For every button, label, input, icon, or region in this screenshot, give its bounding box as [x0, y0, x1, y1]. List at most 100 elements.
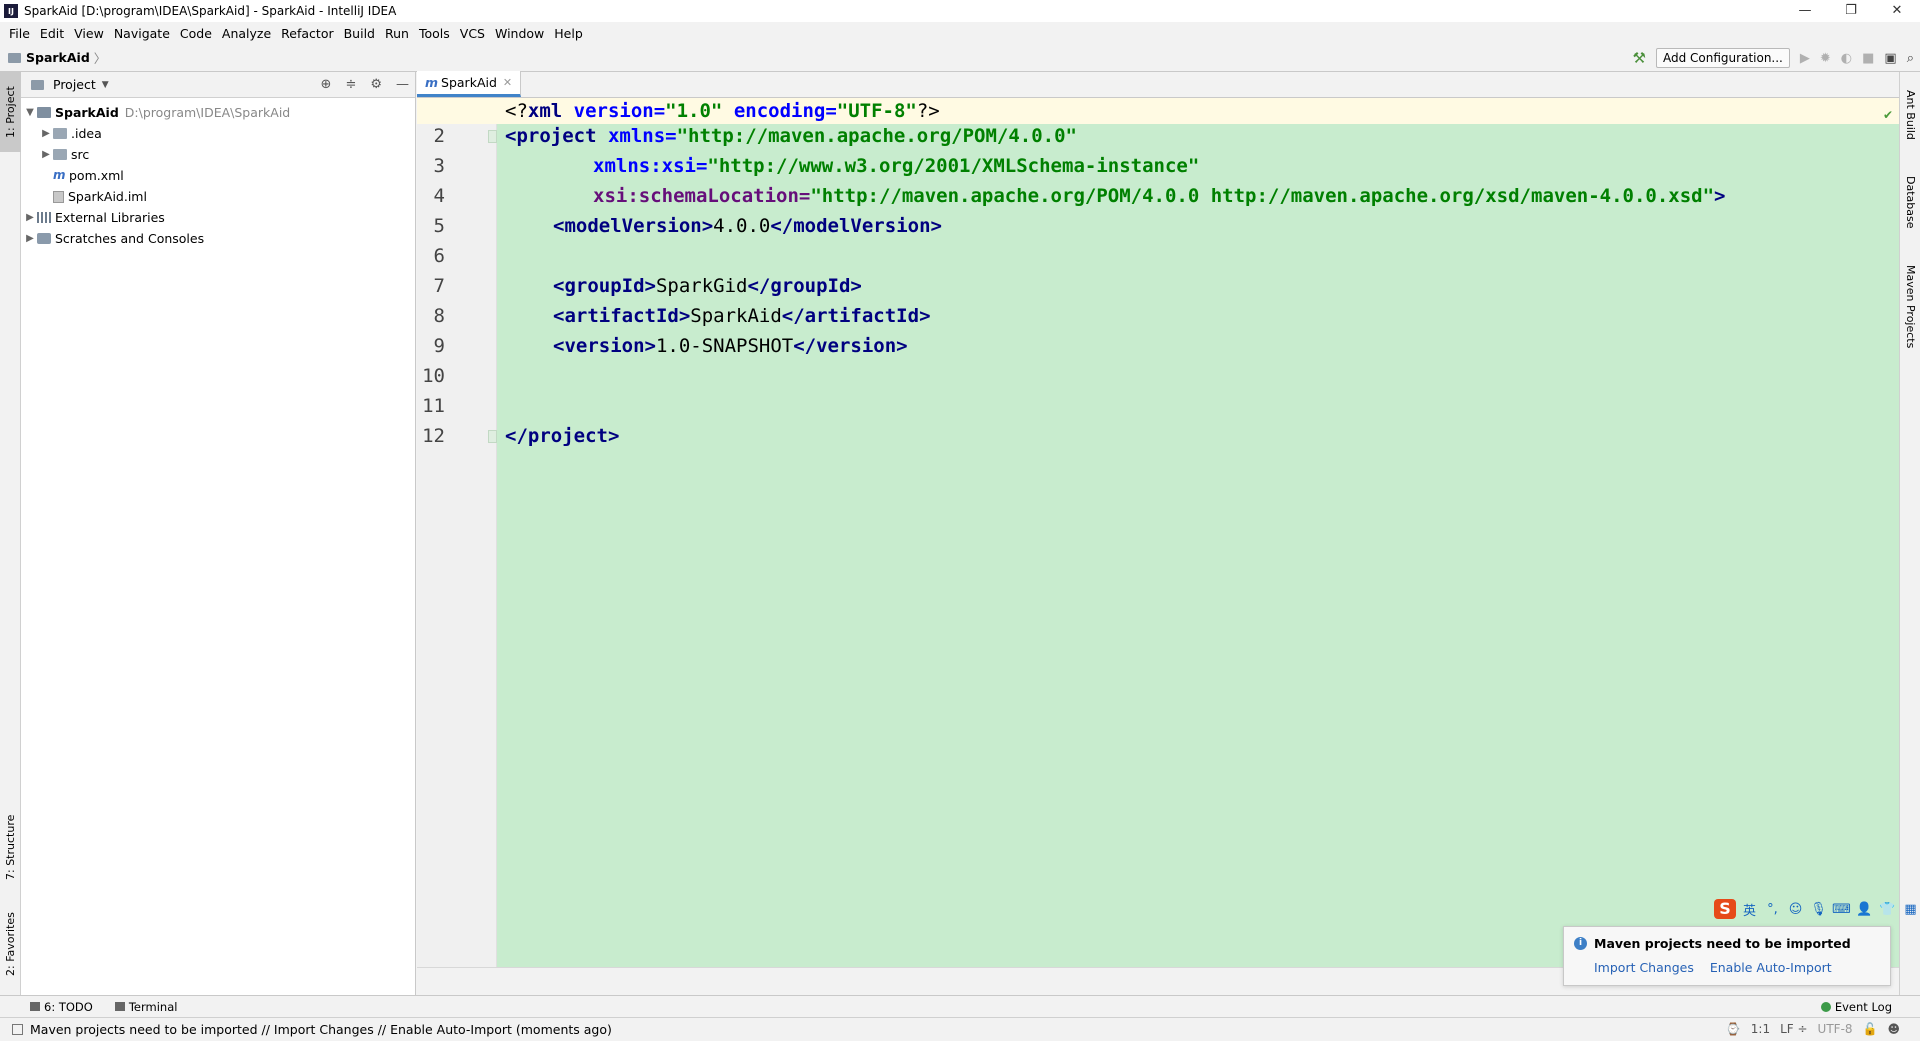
chevron-right-icon[interactable]: ▶: [23, 212, 37, 223]
locate-icon[interactable]: ⊕: [321, 77, 332, 92]
inspection-ok-icon[interactable]: ✔: [1883, 108, 1893, 122]
chevron-right-icon[interactable]: ▶: [39, 128, 53, 139]
gear-icon[interactable]: ⚙: [370, 77, 382, 92]
punctuation-icon[interactable]: °,: [1763, 902, 1782, 917]
tab-ant-build[interactable]: Ant Build: [1900, 80, 1920, 150]
breadcrumb[interactable]: SparkAid 〉: [8, 48, 106, 67]
menu-navigate[interactable]: Navigate: [109, 26, 175, 41]
tab-structure-tool[interactable]: 7: Structure: [0, 802, 21, 892]
sogou-logo-icon[interactable]: S: [1714, 899, 1736, 919]
code-editor[interactable]: <?xml version="1.0" encoding="UTF-8"?> <…: [417, 98, 1899, 967]
project-tree: ▼ SparkAid D:\program\IDEA\SparkAid ▶ .i…: [21, 98, 415, 249]
enable-auto-import-link[interactable]: Enable Auto-Import: [1710, 960, 1832, 975]
tree-item-src[interactable]: ▶ src: [21, 144, 415, 165]
menu-window[interactable]: Window: [490, 26, 549, 41]
code-line-8: <artifactId>SparkAid</artifactId>: [553, 303, 931, 329]
menu-edit[interactable]: Edit: [35, 26, 69, 41]
close-button[interactable]: ✕: [1874, 0, 1920, 22]
token: 4.0.0: [713, 215, 771, 237]
event-log-icon: [1820, 1002, 1831, 1012]
tab-todo[interactable]: 6: TODO: [30, 1000, 93, 1014]
tree-scratches[interactable]: ▶ Scratches and Consoles: [21, 228, 415, 249]
menu-file[interactable]: File: [4, 26, 35, 41]
stop-icon[interactable]: ■: [1862, 51, 1874, 66]
skin-icon[interactable]: 👕: [1878, 902, 1897, 917]
search-icon[interactable]: ⌕: [1907, 51, 1914, 66]
menu-refactor[interactable]: Refactor: [276, 26, 338, 41]
tab-maven-projects-label: Maven Projects: [1904, 265, 1917, 349]
hector-icon[interactable]: ☻: [1887, 1022, 1900, 1036]
file-encoding[interactable]: UTF-8: [1818, 1022, 1853, 1036]
tab-terminal[interactable]: Terminal: [114, 999, 178, 1014]
project-panel-title[interactable]: Project: [53, 77, 96, 92]
tab-maven-projects[interactable]: Maven Projects: [1900, 257, 1920, 357]
emoji-icon[interactable]: ☺: [1786, 902, 1805, 917]
lock-icon[interactable]: 🔓: [1863, 1022, 1878, 1036]
project-structure-icon[interactable]: ▣: [1884, 51, 1896, 66]
window-title: SparkAid [D:\program\IDEA\SparkAid] - Sp…: [24, 4, 397, 18]
status-right: ⌚ 1:1 LF ÷ UTF-8 🔓 ☻: [1726, 1022, 1900, 1036]
tree-item-idea[interactable]: ▶ .idea: [21, 123, 415, 144]
tree-root[interactable]: ▼ SparkAid D:\program\IDEA\SparkAid: [21, 102, 415, 123]
inspection-settings-icon[interactable]: ⌚: [1726, 1022, 1741, 1036]
debug-icon[interactable]: ✹: [1820, 51, 1831, 66]
menu-vcs[interactable]: VCS: [455, 26, 490, 41]
editor-tab-pom[interactable]: m SparkAid ✕: [417, 71, 522, 97]
token: xml: [527, 100, 563, 122]
tab-favorites-tool[interactable]: 2: Favorites: [0, 902, 21, 987]
breadcrumb-arrow-icon: 〉: [93, 51, 107, 66]
close-tab-icon[interactable]: ✕: [503, 76, 512, 89]
chevron-right-icon[interactable]: ▶: [23, 233, 37, 244]
tree-external-libraries[interactable]: ▶ External Libraries: [21, 207, 415, 228]
user-icon[interactable]: 👤: [1855, 902, 1874, 917]
caret-position[interactable]: 1:1: [1751, 1022, 1770, 1036]
chevron-right-icon[interactable]: ▶: [39, 149, 53, 160]
code-line-5: <modelVersion>4.0.0</modelVersion>: [553, 213, 942, 239]
import-changes-link[interactable]: Import Changes: [1594, 960, 1694, 975]
chevron-down-icon[interactable]: ▼: [102, 80, 109, 90]
token: ?>: [916, 100, 940, 122]
status-message[interactable]: Maven projects need to be imported // Im…: [30, 1022, 612, 1037]
menu-help[interactable]: Help: [549, 26, 588, 41]
keyboard-icon[interactable]: ⌨: [1832, 902, 1851, 917]
token: SparkGid: [655, 275, 748, 297]
restore-button[interactable]: ❐: [1828, 0, 1874, 22]
menu-analyze[interactable]: Analyze: [217, 26, 276, 41]
line-number: 6: [433, 245, 445, 267]
run-icon[interactable]: ▶: [1800, 51, 1810, 66]
token: <groupId>: [553, 275, 656, 297]
menu-build[interactable]: Build: [339, 26, 380, 41]
chevron-down-icon[interactable]: ▼: [23, 107, 37, 118]
fold-marker-icon[interactable]: [488, 130, 497, 143]
tree-root-name: SparkAid: [55, 105, 119, 120]
token: xmlns=: [596, 125, 677, 147]
terminal-icon: [114, 1002, 125, 1011]
fold-marker-icon[interactable]: [488, 430, 497, 443]
tool-windows-toggle-icon[interactable]: [12, 1024, 23, 1035]
menu-code[interactable]: Code: [175, 26, 217, 41]
hide-panel-icon[interactable]: —: [396, 77, 409, 92]
minimize-button[interactable]: —: [1782, 0, 1828, 22]
menu-run[interactable]: Run: [380, 26, 414, 41]
grid-icon[interactable]: ▦: [1901, 902, 1920, 917]
tab-terminal-label: Terminal: [128, 999, 178, 1014]
menu-tools[interactable]: Tools: [414, 26, 455, 41]
microphone-icon[interactable]: 🎙: [1809, 902, 1828, 917]
add-configuration-button[interactable]: Add Configuration...: [1656, 48, 1790, 68]
event-log-button[interactable]: Event Log: [1820, 1000, 1892, 1014]
ime-language-label[interactable]: 英: [1740, 900, 1759, 919]
folder-icon: [53, 128, 67, 139]
token: </project>: [505, 425, 620, 447]
tab-database[interactable]: Database: [1900, 167, 1920, 237]
todo-list-icon: [30, 1002, 40, 1011]
coverage-icon[interactable]: ◐: [1841, 51, 1852, 66]
line-separator[interactable]: LF ÷: [1780, 1022, 1807, 1036]
token: encoding=: [722, 100, 837, 122]
tab-structure-label: 7: Structure: [4, 814, 17, 880]
tree-item-iml[interactable]: SparkAid.iml: [21, 186, 415, 207]
tab-project-tool[interactable]: 1: Project: [0, 72, 21, 152]
build-hammer-icon[interactable]: ⚒: [1633, 49, 1646, 67]
menu-view[interactable]: View: [69, 26, 109, 41]
collapse-all-icon[interactable]: ≑: [345, 77, 356, 92]
tree-item-pom[interactable]: m pom.xml: [21, 165, 415, 186]
